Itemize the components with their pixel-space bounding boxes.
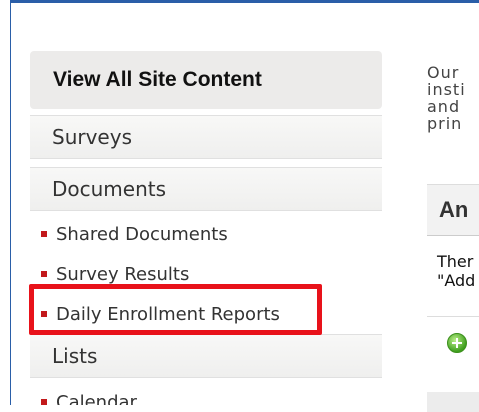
- ql-section-documents[interactable]: Documents: [30, 167, 382, 211]
- view-all-site-content-label: View All Site Content: [53, 68, 262, 91]
- announcements-title: An: [439, 197, 469, 222]
- announcement-line: "Add: [437, 271, 476, 290]
- highlight-box: [29, 284, 322, 335]
- ql-section-lists[interactable]: Lists: [30, 334, 382, 378]
- ql-item-label: Calendar: [56, 391, 137, 406]
- intro-line: Our: [427, 63, 460, 82]
- bullet-icon: [41, 231, 47, 237]
- ql-item-label: Survey Results: [56, 263, 190, 285]
- add-announcement-row: [427, 316, 479, 353]
- main-intro-text: Our insti and prin: [427, 64, 479, 132]
- ql-section-surveys[interactable]: Surveys: [30, 115, 382, 159]
- add-icon[interactable]: [447, 333, 467, 353]
- announcements-header: An: [427, 184, 479, 236]
- intro-line: insti: [427, 80, 466, 99]
- next-webpart-header: [427, 392, 479, 412]
- ql-item-label: Shared Documents: [56, 223, 228, 245]
- ql-section-label: Surveys: [52, 125, 132, 149]
- ql-section-label: Lists: [52, 344, 98, 368]
- ql-item-calendar[interactable]: Calendar: [30, 382, 382, 405]
- intro-line: prin: [427, 114, 463, 133]
- ql-item-shared-documents[interactable]: Shared Documents: [30, 214, 382, 254]
- page-frame: View All Site Content Surveys Documents …: [10, 0, 479, 405]
- bullet-icon: [41, 271, 47, 277]
- announcements-body: Ther "Add: [437, 252, 475, 290]
- intro-line: and: [427, 97, 461, 116]
- ql-section-label: Documents: [52, 177, 167, 201]
- announcement-line: Ther: [437, 252, 474, 271]
- quick-launch: View All Site Content Surveys Documents …: [30, 51, 382, 405]
- bullet-icon: [41, 399, 47, 405]
- view-all-site-content-link[interactable]: View All Site Content: [30, 51, 382, 109]
